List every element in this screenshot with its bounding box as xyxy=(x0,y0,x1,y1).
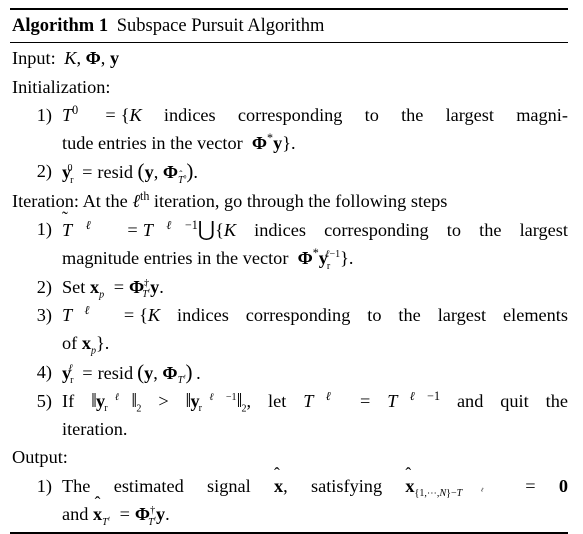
output-label: Output: xyxy=(12,447,68,468)
initialization-label: Initialization: xyxy=(12,76,111,97)
input-label: Input: xyxy=(12,48,56,69)
item-line: tude entries in the vector Φ*y}. xyxy=(62,131,296,154)
symbol-y: y xyxy=(109,48,120,69)
comma-1: , xyxy=(76,48,82,69)
list-item: 5) If ‖yrℓ‖2 > ‖yrℓ−1‖2, let Tℓ = Tℓ−1 a… xyxy=(10,387,568,444)
item-content: If ‖yrℓ‖2 > ‖yrℓ−1‖2, let Tℓ = Tℓ−1 and … xyxy=(62,387,568,444)
symbol-K: K xyxy=(64,48,77,69)
input-line: Input: K, Φ, y xyxy=(10,44,568,72)
list-item: 1) ˜ Tℓ = Tℓ−1⋃{K indices corresponding to… xyxy=(10,209,568,273)
item-line: ˜ Tℓ = Tℓ−1⋃{K indices corresponding to th… xyxy=(62,209,568,242)
item-content: Set xp = Φ† ˜ Tℓy. xyxy=(62,276,164,301)
list-item: 2) Set xp = Φ† ˜ Tℓy. xyxy=(10,273,568,301)
item-content: yr0 = resid (y, Φ ˆ T0). xyxy=(62,159,198,187)
item-number: 4) xyxy=(36,361,52,382)
list-item: 2) yr0 = resid (y, Φ ˆ T0). xyxy=(10,157,568,186)
item-line: The estimated signal ˆ x, satisfying ˆ x{1… xyxy=(62,465,568,500)
item-number: 1) xyxy=(36,219,52,240)
item-content: yrℓ = resid (y, ΦTℓ) . xyxy=(62,359,201,387)
algorithm-block: Algorithm 1 Subspace Pursuit Algorithm I… xyxy=(10,8,568,534)
item-line: T0 = {K indices corresponding to the larg… xyxy=(62,102,568,125)
item-content: The estimated signal ˆ x, satisfying ˆ x{1… xyxy=(62,465,568,529)
item-line: of xp}. xyxy=(62,333,110,357)
item-line: magnitude entries in the vector Φ*yrℓ−1}… xyxy=(62,246,354,272)
item-line: If ‖yrℓ‖2 > ‖yrℓ−1‖2, let Tℓ = Tℓ−1 and … xyxy=(62,388,568,415)
item-number: 2) xyxy=(36,161,52,182)
item-number: 2) xyxy=(36,276,52,297)
item-line: iteration. xyxy=(62,419,128,440)
item-number: 5) xyxy=(36,390,52,411)
iteration-header: Iteration: At the ℓth iteration, go thro… xyxy=(12,188,448,211)
list-item: 3) Tℓ = {K indices corresponding to the l… xyxy=(10,301,568,358)
item-content: Tℓ = {K indices corresponding to the larg… xyxy=(62,301,568,358)
list-item: 1) The estimated signal ˆ x, satisfying ˆ… xyxy=(10,465,568,529)
item-number: 1) xyxy=(36,104,52,125)
symbol-Phi: Φ xyxy=(85,48,101,69)
item-number: 1) xyxy=(36,475,52,496)
list-item: 4) yrℓ = resid (y, ΦTℓ) . xyxy=(10,358,568,387)
item-content: T0 = {K indices corresponding to the larg… xyxy=(62,101,568,158)
item-content: ˜ Tℓ = Tℓ−1⋃{K indices corresponding to th… xyxy=(62,209,568,273)
algorithm-title-text: Subspace Pursuit Algorithm xyxy=(116,16,325,37)
comma-2: , xyxy=(100,48,106,69)
algorithm-title-label: Algorithm 1 xyxy=(12,16,109,37)
list-item: 1) T0 = {K indices corresponding to the l… xyxy=(10,101,568,158)
item-line: Tℓ = {K indices corresponding to the larg… xyxy=(62,302,568,325)
item-number: 3) xyxy=(36,304,52,325)
algorithm-body: Input: K, Φ, y Initialization: 1) T0 = {K… xyxy=(10,43,568,528)
item-line: and ˆ xTℓ = Φ†Tℓy. xyxy=(62,493,170,528)
algorithm-title: Algorithm 1 Subspace Pursuit Algorithm xyxy=(10,10,568,42)
